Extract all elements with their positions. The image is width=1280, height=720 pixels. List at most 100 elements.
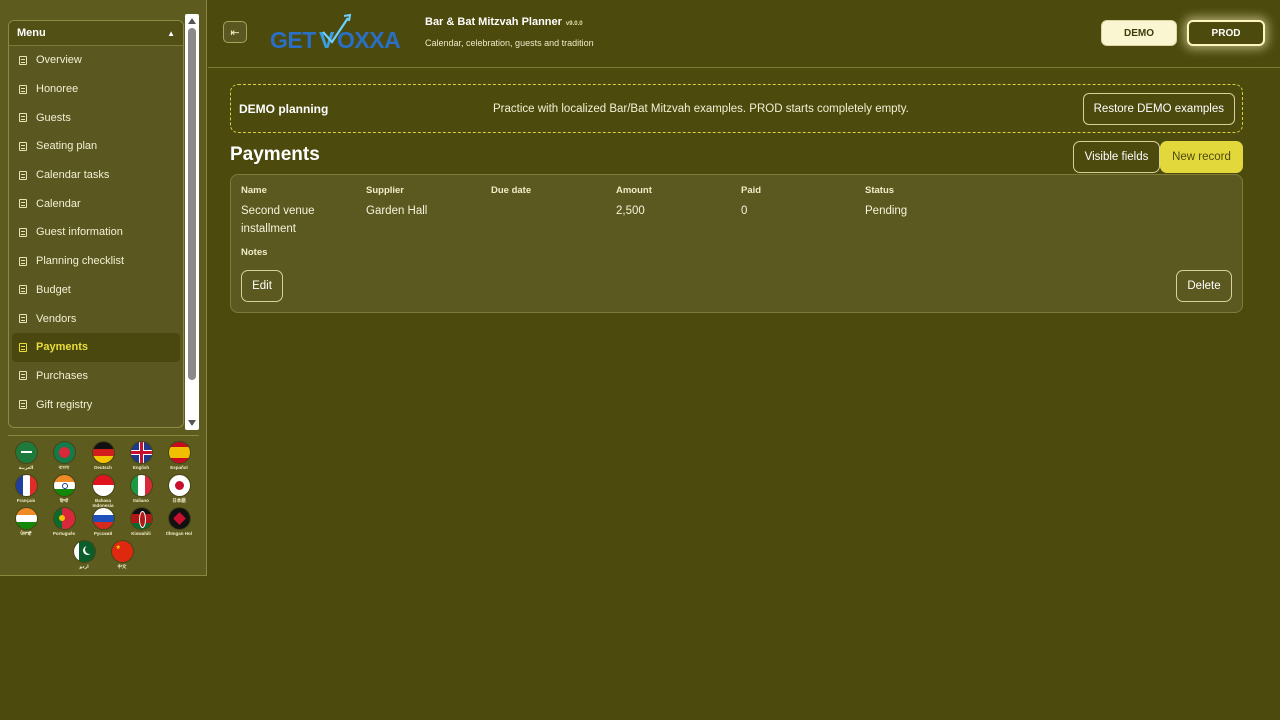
language-zh[interactable]: ★ 中文 <box>104 541 140 575</box>
new-record-button[interactable]: New record <box>1160 141 1243 173</box>
language-label: 中文 <box>117 564 127 569</box>
language-es[interactable]: Español <box>161 442 197 476</box>
sidebar: Menu ▲ Overview Honoree Guests Seating plan… <box>0 0 207 576</box>
language-label: हिन्दी <box>59 498 69 503</box>
sidebar-item-overview[interactable]: Overview <box>9 46 183 75</box>
sidebar-item-guests[interactable]: Guests <box>9 103 183 132</box>
collapse-menu-icon: ⇤ <box>230 26 240 39</box>
language-sw[interactable]: Kiswahili <box>123 508 159 542</box>
svg-text:OXXA: OXXA <box>337 27 400 53</box>
field-paid: Paid 0 <box>741 185 861 220</box>
sidebar-item-label: Calendar <box>36 197 81 210</box>
delete-button[interactable]: Delete <box>1176 270 1232 302</box>
visible-fields-button[interactable]: Visible fields <box>1073 141 1160 173</box>
field-value: 2,500 <box>616 205 645 217</box>
language-fr[interactable]: Français <box>8 475 44 509</box>
page-title: Payments <box>230 144 320 165</box>
field-value: Second venue installment <box>241 205 315 235</box>
document-icon <box>19 113 27 123</box>
menu-panel: Menu ▲ Overview Honoree Guests Seating plan… <box>8 20 184 428</box>
sidebar-item-planning-checklist[interactable]: Planning checklist <box>9 247 183 276</box>
field-supplier: Supplier Garden Hall <box>366 185 486 220</box>
sidebar-item-label: Payments <box>36 341 88 354</box>
language-hi[interactable]: हिन्दी <box>46 475 82 509</box>
language-label: Español <box>170 465 188 470</box>
field-header: Name <box>241 185 267 196</box>
scroll-down-icon[interactable] <box>188 420 196 426</box>
flag-ar-icon <box>15 442 37 463</box>
menu-title: Menu <box>17 27 46 39</box>
sidebar-item-seating-plan[interactable]: Seating plan <box>9 132 183 161</box>
sidebar-item-label: Guest information <box>36 226 123 239</box>
sidebar-item-guest-information[interactable]: Guest information <box>9 218 183 247</box>
field-name: Name Second venue installment <box>241 185 361 238</box>
sidebar-item-purchases[interactable]: Purchases <box>9 362 183 391</box>
language-pa[interactable]: ਪੰਜਾਬੀ <box>8 508 44 542</box>
document-icon <box>19 227 27 237</box>
field-status: Status Pending <box>865 185 985 220</box>
language-id[interactable]: Bahasa Indonesia <box>85 475 121 509</box>
edit-button[interactable]: Edit <box>241 270 283 302</box>
sidebar-item-label: Calendar tasks <box>36 169 110 182</box>
language-ja[interactable]: 日本語 <box>161 475 197 509</box>
field-amount: Amount 2,500 <box>616 185 736 220</box>
field-header: Supplier <box>366 185 405 196</box>
scroll-up-icon[interactable] <box>188 18 196 24</box>
field-header: Amount <box>616 185 652 196</box>
language-label: ਪੰਜਾਬੀ <box>20 531 32 536</box>
sidebar-scrollbar[interactable] <box>185 14 199 430</box>
flag-it-icon <box>130 475 152 496</box>
flag-hi-icon <box>53 475 75 496</box>
document-icon <box>19 170 27 180</box>
sidebar-item-calendar-tasks[interactable]: Calendar tasks <box>9 161 183 190</box>
language-tlh[interactable]: tlhIngan Hol <box>161 508 197 542</box>
document-icon <box>19 285 27 295</box>
record-card: Name Second venue installment Supplier Gard… <box>230 174 1243 313</box>
sidebar-item-label: Budget <box>36 283 71 296</box>
top-header: ⇤ GET V OXXA Bar & Bat Mitzvah Planner v9… <box>208 0 1280 68</box>
flag-ur-icon <box>73 541 95 562</box>
flag-sw-icon <box>130 508 152 529</box>
sidebar-item-calendar[interactable]: Calendar <box>9 189 183 218</box>
language-label: Português <box>52 531 76 536</box>
sidebar-item-budget[interactable]: Budget <box>9 276 183 305</box>
language-ar[interactable]: العربية <box>8 442 44 476</box>
restore-demo-button[interactable]: Restore DEMO examples <box>1082 93 1235 125</box>
scrollbar-thumb[interactable] <box>188 28 196 380</box>
version-label: v9.0.0 <box>565 21 583 27</box>
flag-de-icon <box>92 442 114 463</box>
banner-title: DEMO planning <box>239 101 329 116</box>
language-pt[interactable]: Português <box>46 508 82 542</box>
flag-tlh-icon <box>168 508 190 529</box>
field-header: Status <box>865 185 895 196</box>
field-value: Pending <box>865 205 908 217</box>
caret-up-icon[interactable]: ▲ <box>167 29 175 38</box>
sidebar-item-vendors[interactable]: Vendors <box>9 304 183 333</box>
language-de[interactable]: Deutsch <box>85 442 121 476</box>
language-it[interactable]: Italiano <box>123 475 159 509</box>
sidebar-item-label: Planning checklist <box>36 255 125 268</box>
sidebar-item-label: Seating plan <box>36 140 98 153</box>
language-ru[interactable]: Русский <box>85 508 121 542</box>
language-label: Bahasa Indonesia <box>92 498 114 508</box>
language-bn[interactable]: বাংলা <box>46 442 82 476</box>
getvoxxa-logo: GET V OXXA <box>270 13 401 53</box>
prod-mode-button[interactable]: PROD <box>1187 20 1265 46</box>
sidebar-item-payments[interactable]: Payments <box>12 332 180 362</box>
sidebar-item-gift-registry[interactable]: Gift registry <box>9 390 183 419</box>
collapse-sidebar-button[interactable]: ⇤ <box>223 21 247 43</box>
language-label: العربية <box>18 465 34 470</box>
language-en[interactable]: English <box>123 442 159 476</box>
menu-header[interactable]: Menu ▲ <box>9 21 183 46</box>
flag-en-icon <box>130 442 152 463</box>
document-icon <box>19 84 27 94</box>
language-label: Français <box>16 498 36 503</box>
flag-zh-icon: ★ <box>111 541 133 562</box>
language-label: Deutsch <box>94 465 112 470</box>
demo-banner: DEMO planning Practice with localized Ba… <box>230 84 1243 133</box>
demo-mode-button[interactable]: DEMO <box>1101 20 1177 46</box>
language-ur[interactable]: اردو <box>66 541 102 575</box>
sidebar-item-label: Honoree <box>36 83 79 96</box>
sidebar-item-honoree[interactable]: Honoree <box>9 75 183 104</box>
language-label: বাংলা <box>58 465 70 470</box>
